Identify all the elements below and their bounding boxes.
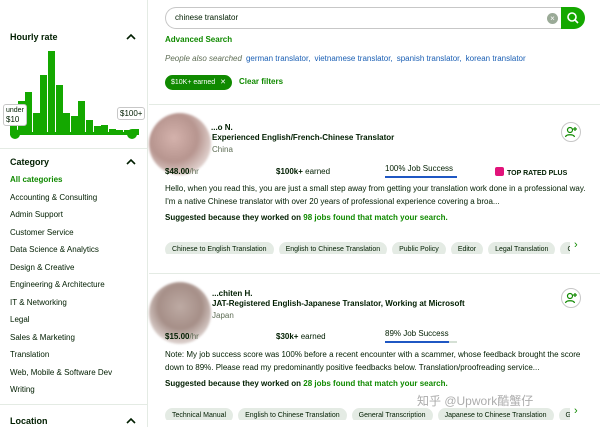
skill-tag[interactable]: G...: [560, 242, 570, 254]
sidebar-divider: [0, 404, 148, 405]
suggested-reason: Suggested because they worked on 98 jobs…: [165, 213, 448, 222]
category-item[interactable]: Design & Creative: [10, 262, 145, 280]
skill-tag[interactable]: Public Policy: [392, 242, 446, 254]
category-item[interactable]: Translation: [10, 349, 145, 367]
clear-filters-link[interactable]: Clear filters: [239, 77, 283, 86]
category-item[interactable]: Data Science & Analytics: [10, 244, 145, 262]
suggested-search-link[interactable]: korean translator: [466, 54, 526, 63]
search-button[interactable]: [561, 7, 585, 29]
freelancer-country: Japan: [212, 311, 234, 320]
skill-tag[interactable]: General Transcription: [351, 408, 433, 420]
job-success-bar: [385, 176, 457, 178]
watermark: 知乎 @Upwork酷蟹仔: [417, 394, 534, 408]
close-icon[interactable]: ✕: [220, 79, 226, 86]
suggested-search-link[interactable]: spanish translator,: [397, 54, 462, 63]
rate-min-label: under $10: [3, 104, 27, 126]
suggested-reason: Suggested because they worked on 28 jobs…: [165, 379, 448, 388]
search-icon: [567, 12, 579, 24]
category-item[interactable]: Web, Mobile & Software Dev: [10, 367, 145, 385]
skill-tags: Chinese to English Translation English to…: [165, 238, 570, 254]
rate-range-track: [14, 132, 132, 135]
skill-tag[interactable]: Editor: [450, 242, 484, 254]
rate-max-label: $100+: [117, 107, 146, 120]
category-list: All categories Accounting & Consulting Adm…: [10, 174, 145, 402]
matching-jobs-link[interactable]: 98 jobs found that match your search.: [303, 213, 447, 222]
avatar[interactable]: [149, 113, 211, 175]
add-user-icon: [564, 126, 577, 138]
matching-jobs-link[interactable]: 28 jobs found that match your search.: [303, 379, 447, 388]
badge-icon: [495, 167, 504, 176]
hourly-rate: $15.00/hr: [165, 332, 199, 341]
chevron-up-icon[interactable]: [125, 415, 137, 427]
category-item[interactable]: Engineering & Architecture: [10, 279, 145, 297]
category-item[interactable]: Accounting & Consulting: [10, 192, 145, 210]
active-filter-chip[interactable]: $10K+ earned ✕: [165, 75, 233, 90]
category-item[interactable]: Writing: [10, 384, 145, 402]
sidebar-divider: [0, 148, 148, 149]
hourly-rate-histogram: [10, 45, 140, 135]
job-success: 89% Job Success: [385, 329, 449, 338]
freelancer-card[interactable]: ...o N. Experienced English/French-Chine…: [149, 105, 600, 255]
results-panel: chinese translator × Advanced Search Peo…: [149, 0, 600, 427]
people-also-searched: People also searched german translator, vi…: [165, 54, 526, 63]
histogram-bar: [40, 75, 48, 135]
histogram-bar: [55, 85, 63, 135]
freelancer-country: China: [212, 145, 233, 154]
category-item[interactable]: Legal: [10, 314, 145, 332]
location-heading: Location: [10, 416, 48, 426]
add-user-icon: [564, 292, 577, 304]
filter-chip-label: $10K+ earned: [171, 79, 216, 86]
chevron-right-icon[interactable]: ›: [574, 404, 584, 418]
clear-search-icon[interactable]: ×: [547, 13, 558, 24]
hourly-rate-heading: Hourly rate: [10, 32, 58, 42]
skill-tag[interactable]: Legal Translation: [488, 242, 556, 254]
category-item[interactable]: Customer Service: [10, 227, 145, 245]
chevron-up-icon[interactable]: [125, 31, 137, 43]
hourly-rate: $48.00/hr: [165, 167, 199, 176]
rate-min-handle[interactable]: [10, 129, 20, 139]
histogram-bar: [78, 101, 86, 135]
suggested-search-link[interactable]: german translator,: [246, 54, 310, 63]
category-item[interactable]: Sales & Marketing: [10, 332, 145, 350]
skill-tag[interactable]: Chinese to English Translation: [165, 242, 274, 254]
skill-tag[interactable]: English to Chinese Translation: [238, 408, 347, 420]
skill-tag[interactable]: Japanese to Chinese Translation: [437, 408, 554, 420]
invite-button[interactable]: [561, 122, 581, 142]
people-also-label: People also searched: [165, 54, 242, 63]
freelancer-description: Hello, when you read this, you are just …: [165, 184, 586, 206]
category-item[interactable]: All categories: [10, 174, 145, 192]
total-earned: $30k+ earned: [276, 332, 326, 341]
freelancer-title[interactable]: Experienced English/French-Chinese Trans…: [212, 133, 394, 142]
search-input[interactable]: chinese translator ×: [165, 7, 561, 29]
chevron-right-icon[interactable]: ›: [574, 238, 584, 252]
search-query: chinese translator: [175, 13, 239, 22]
freelancer-title[interactable]: JAT-Registered English-Japanese Translat…: [212, 299, 465, 308]
category-item[interactable]: Admin Support: [10, 209, 145, 227]
top-rated-plus-badge: TOP RATED PLUS: [495, 167, 567, 177]
total-earned: $100k+ earned: [276, 167, 331, 176]
job-success-bar: [385, 341, 457, 343]
skill-tag[interactable]: Technical Manual: [165, 408, 234, 420]
freelancer-description: Note: My job success score was 100% befo…: [165, 350, 581, 372]
histogram-bar: [48, 51, 55, 135]
advanced-search-link[interactable]: Advanced Search: [165, 35, 232, 44]
job-success: 100% Job Success: [385, 164, 454, 173]
category-heading: Category: [10, 157, 50, 167]
skill-tag[interactable]: English to Chinese Translation: [278, 242, 388, 254]
category-item[interactable]: IT & Networking: [10, 297, 145, 315]
rate-max-handle[interactable]: [127, 129, 137, 139]
suggested-search-link[interactable]: vietnamese translator,: [314, 54, 392, 63]
freelancer-name[interactable]: ...chiten H.: [212, 289, 252, 298]
freelancer-name[interactable]: ...o N.: [211, 123, 233, 132]
skill-tag[interactable]: G...: [558, 408, 570, 420]
invite-button[interactable]: [561, 288, 581, 308]
filters-sidebar: Hourly rate under $10 $100+ Category All…: [0, 0, 148, 427]
chevron-up-icon[interactable]: [125, 156, 137, 168]
